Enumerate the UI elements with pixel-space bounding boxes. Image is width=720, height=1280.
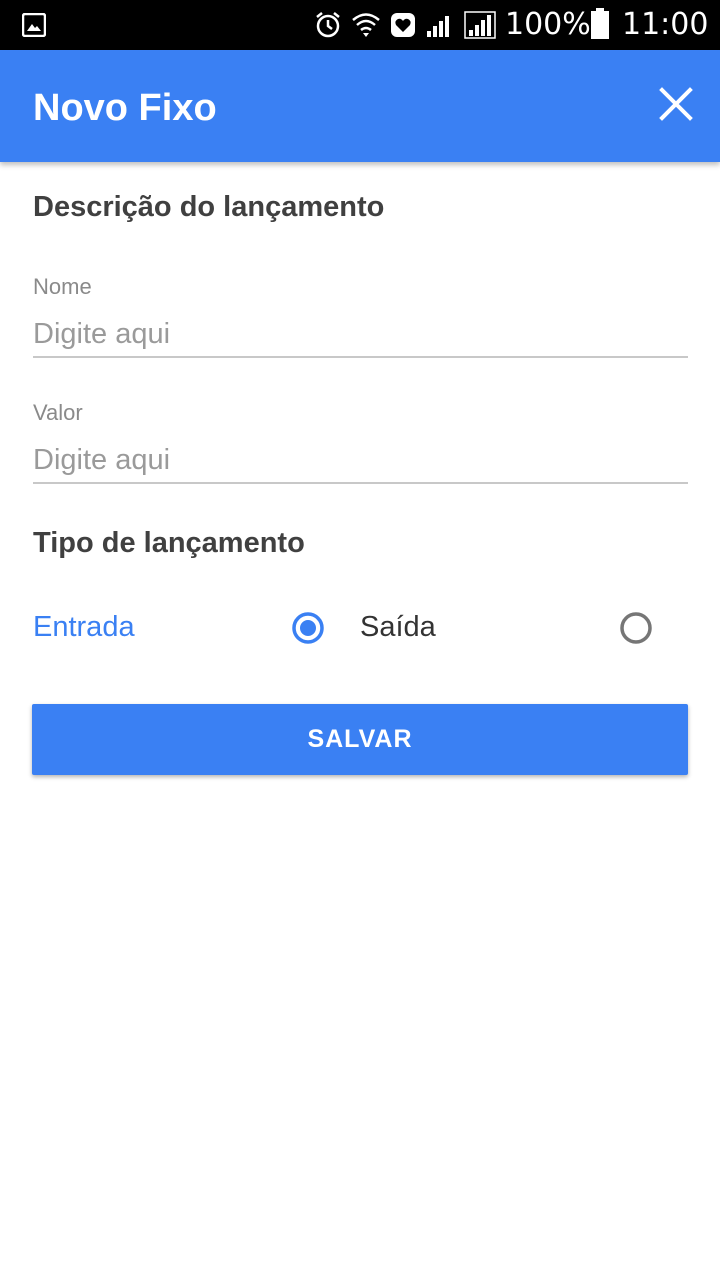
gallery-icon — [21, 12, 47, 42]
signal-icon — [425, 11, 455, 39]
saida-option-label[interactable]: Saída — [360, 610, 436, 644]
page-title: Novo Fixo — [33, 87, 217, 129]
heart-icon — [390, 12, 416, 38]
name-input[interactable] — [33, 312, 688, 358]
name-field-label: Nome — [33, 274, 92, 299]
entrada-option-label[interactable]: Entrada — [33, 610, 135, 644]
battery-percentage: 100% — [505, 7, 591, 42]
app-bar: Novo Fixo — [0, 50, 720, 162]
type-section-title: Tipo de lançamento — [33, 527, 305, 559]
battery-icon — [590, 8, 610, 45]
status-clock: 11:00 — [622, 7, 709, 42]
entrada-radio[interactable] — [291, 611, 325, 645]
save-button-label: SALVAR — [307, 725, 413, 753]
alarm-icon — [314, 11, 342, 39]
value-field-label: Valor — [33, 400, 83, 425]
status-bar: 100% 11:00 — [0, 0, 720, 50]
description-section-title: Descrição do lançamento — [33, 191, 385, 223]
close-icon[interactable] — [656, 84, 696, 124]
save-button[interactable]: SALVAR — [32, 704, 688, 775]
wifi-icon — [351, 11, 381, 39]
value-input[interactable] — [33, 438, 688, 484]
signal-icon — [464, 11, 496, 39]
saida-radio[interactable] — [619, 611, 653, 645]
